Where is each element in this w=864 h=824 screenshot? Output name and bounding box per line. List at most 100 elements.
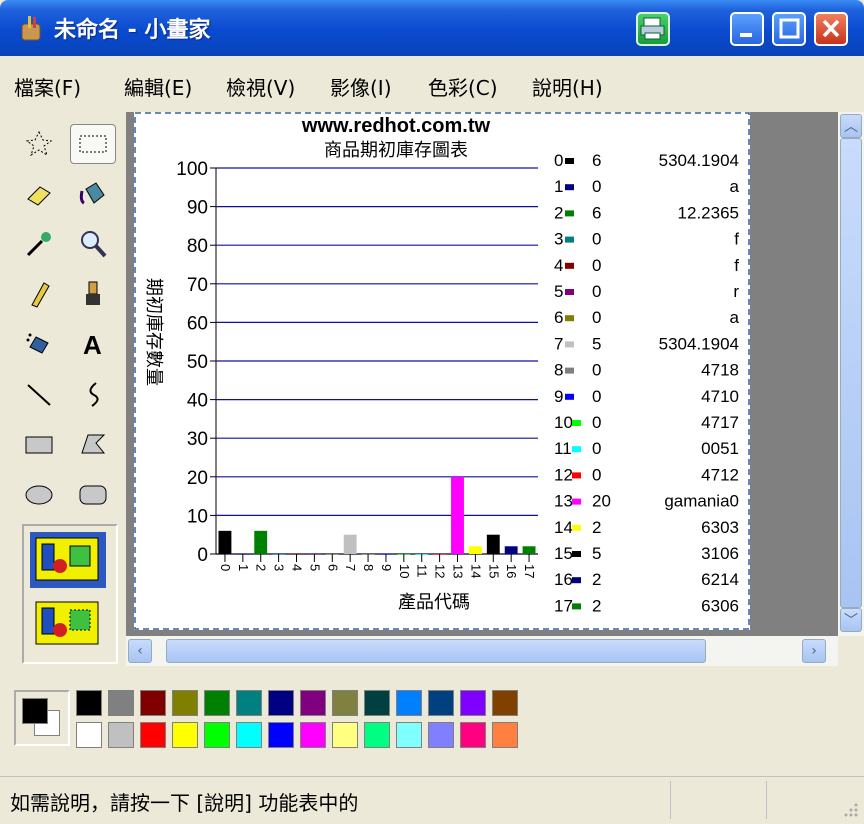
color-palette [0, 676, 864, 766]
scroll-left-button[interactable]: ‹ [128, 639, 152, 663]
airbrush-tool[interactable] [16, 324, 62, 364]
polygon-icon [81, 434, 106, 454]
color-swatch[interactable] [460, 722, 486, 748]
color-swatch[interactable] [172, 690, 198, 716]
y-tick-label: 0 [197, 545, 208, 566]
fill-tool[interactable] [70, 174, 116, 214]
x-tick-label: 10 [397, 564, 412, 578]
scroll-up-button[interactable]: ︿ [840, 114, 862, 138]
opaque-selection-option[interactable] [30, 532, 106, 588]
title-bar[interactable]: 未命名 - 小畫家 [0, 0, 864, 56]
chevron-left-icon: ‹ [137, 643, 143, 659]
legend-index: 12 [554, 465, 573, 484]
curve-tool[interactable] [70, 374, 116, 414]
legend-value: 5 [592, 544, 601, 563]
legend-code: 4718 [701, 361, 739, 380]
chart-bar [254, 530, 268, 554]
maximize-icon [779, 18, 800, 39]
legend-swatch [572, 446, 581, 453]
pencil-tool[interactable] [16, 274, 62, 314]
horizontal-scroll-thumb[interactable] [166, 639, 706, 663]
color-swatch[interactable] [140, 690, 166, 716]
legend-index: 3 [554, 230, 563, 249]
ellipse-tool[interactable] [16, 474, 62, 514]
line-tool[interactable] [16, 374, 62, 414]
color-swatch[interactable] [236, 690, 262, 716]
chart-bar [522, 546, 536, 554]
legend-value: 0 [592, 256, 601, 275]
chart-bar [343, 534, 357, 554]
legend-code: a [730, 308, 740, 327]
color-swatch[interactable] [332, 722, 358, 748]
legend-value: 0 [592, 465, 601, 484]
vertical-scroll-thumb[interactable] [840, 138, 862, 608]
chart-bar [468, 546, 482, 554]
color-swatch[interactable] [140, 722, 166, 748]
color-swatch[interactable] [428, 722, 454, 748]
rounded-rectangle-tool[interactable] [70, 474, 116, 514]
color-swatch[interactable] [204, 722, 230, 748]
maximize-button[interactable] [772, 12, 806, 46]
chart-title: www.redhot.com.tw [301, 115, 491, 137]
chart-subtitle: 商品期初庫存圖表 [324, 140, 468, 160]
chart-bar [504, 546, 518, 554]
legend-index: 14 [554, 518, 573, 537]
vertical-scrollbar[interactable]: ︿ ﹀ [838, 112, 864, 636]
color-swatch[interactable] [428, 690, 454, 716]
free-form-select-tool[interactable] [16, 124, 62, 164]
color-swatch[interactable] [268, 690, 294, 716]
color-swatch[interactable] [108, 690, 134, 716]
close-button[interactable] [814, 12, 848, 46]
color-swatch[interactable] [204, 690, 230, 716]
chart-bar [486, 534, 500, 554]
magnifier-tool[interactable] [70, 224, 116, 264]
rectangle-select-tool[interactable] [70, 124, 116, 164]
color-swatch[interactable] [300, 690, 326, 716]
menu-edit[interactable]: 編輯(E) [124, 72, 192, 101]
menu-help[interactable]: 說明(H) [532, 72, 603, 101]
color-swatch[interactable] [108, 722, 134, 748]
rectangle-tool[interactable] [16, 424, 62, 464]
color-swatch[interactable] [396, 722, 422, 748]
color-swatch[interactable] [236, 722, 262, 748]
color-swatch[interactable] [492, 690, 518, 716]
legend-swatch [565, 262, 574, 269]
legend-value: 0 [592, 282, 601, 301]
minimize-button[interactable] [730, 12, 764, 46]
x-tick-label: 17 [522, 564, 537, 578]
legend-value: 2 [592, 570, 601, 589]
scroll-right-button[interactable]: › [802, 639, 826, 663]
current-colors[interactable] [14, 690, 70, 746]
legend-index: 6 [554, 308, 563, 327]
polygon-tool[interactable] [70, 424, 116, 464]
drawing-canvas[interactable]: www.redhot.com.tw 商品期初庫存圖表 期初庫存數量 產品代碼 1… [134, 112, 750, 630]
color-swatch[interactable] [268, 722, 294, 748]
menu-image[interactable]: 影像(I) [330, 72, 392, 101]
scroll-down-button[interactable]: ﹀ [840, 608, 862, 632]
menu-file[interactable]: 檔案(F) [14, 72, 81, 101]
y-tick-label: 70 [187, 275, 208, 296]
color-swatch[interactable] [396, 690, 422, 716]
pick-color-tool[interactable] [16, 224, 62, 264]
color-swatch[interactable] [172, 722, 198, 748]
legend-index: 2 [554, 203, 563, 222]
color-swatch[interactable] [76, 690, 102, 716]
brush-tool[interactable] [70, 274, 116, 314]
color-swatch[interactable] [492, 722, 518, 748]
x-tick-label: 15 [486, 564, 501, 578]
printer-button[interactable] [636, 12, 670, 46]
color-swatch[interactable] [300, 722, 326, 748]
color-swatch[interactable] [364, 690, 390, 716]
text-tool[interactable]: A [70, 324, 116, 364]
transparent-selection-option[interactable] [30, 596, 106, 652]
legend-index: 4 [554, 256, 563, 275]
color-swatch[interactable] [332, 690, 358, 716]
menu-colors[interactable]: 色彩(C) [428, 72, 498, 101]
eraser-tool[interactable] [16, 174, 62, 214]
menu-view[interactable]: 檢視(V) [226, 72, 295, 101]
x-tick-label: 6 [325, 564, 340, 571]
color-swatch[interactable] [364, 722, 390, 748]
color-swatch[interactable] [76, 722, 102, 748]
color-swatch[interactable] [460, 690, 486, 716]
horizontal-scrollbar[interactable]: ‹ › [126, 636, 838, 666]
